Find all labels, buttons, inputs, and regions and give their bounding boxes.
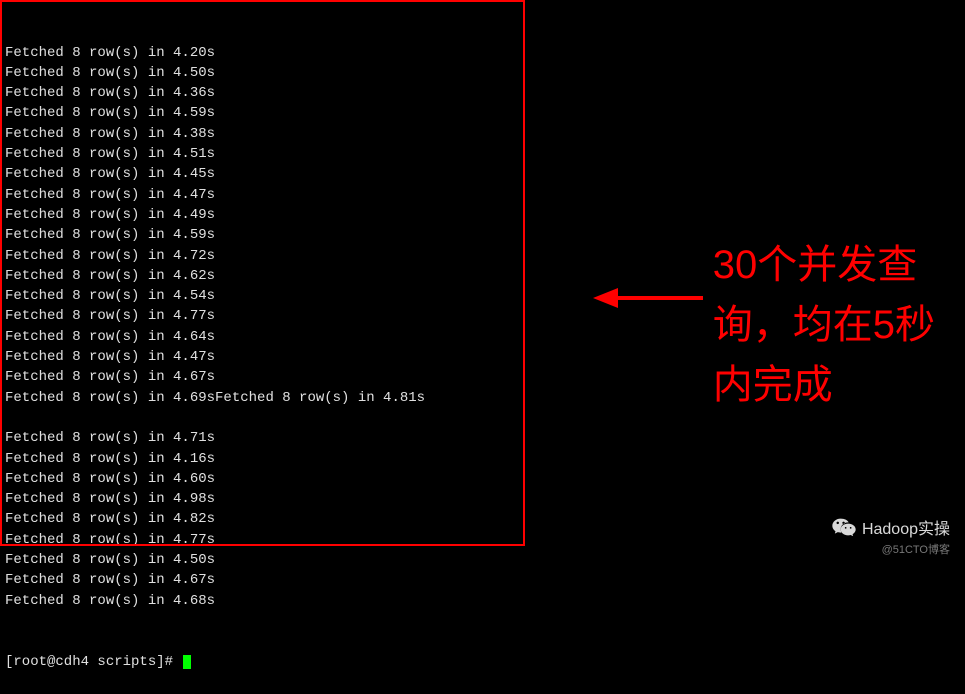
terminal-line: Fetched 8 row(s) in 4.36s (5, 83, 960, 103)
terminal-line: Fetched 8 row(s) in 4.82s (5, 509, 960, 529)
terminal-line: Fetched 8 row(s) in 4.98s (5, 489, 960, 509)
shell-prompt: [root@cdh4 scripts]# (5, 652, 181, 672)
terminal-line: Fetched 8 row(s) in 4.67s (5, 570, 960, 590)
terminal-line: Fetched 8 row(s) in 4.71s (5, 428, 960, 448)
terminal-line: Fetched 8 row(s) in 4.38s (5, 124, 960, 144)
shell-prompt-line[interactable]: [root@cdh4 scripts]# (5, 652, 960, 672)
terminal-line: Fetched 8 row(s) in 4.51s (5, 144, 960, 164)
annotation-text: 30个并发查 询，均在5秒 内完成 (713, 235, 935, 415)
annotation-callout: 30个并发查 询，均在5秒 内完成 (593, 235, 935, 415)
terminal-line: Fetched 8 row(s) in 4.50s (5, 550, 960, 570)
terminal-line: Fetched 8 row(s) in 4.68s (5, 591, 960, 611)
cursor-icon (183, 655, 191, 669)
terminal-line: Fetched 8 row(s) in 4.20s (5, 43, 960, 63)
terminal-line: Fetched 8 row(s) in 4.77s (5, 530, 960, 550)
terminal-line: Fetched 8 row(s) in 4.59s (5, 103, 960, 123)
arrow-icon (593, 283, 703, 313)
wechat-icon (832, 517, 856, 537)
terminal-line: Fetched 8 row(s) in 4.50s (5, 63, 960, 83)
terminal-line: Fetched 8 row(s) in 4.60s (5, 469, 960, 489)
terminal-line: Fetched 8 row(s) in 4.49s (5, 205, 960, 225)
terminal-line: Fetched 8 row(s) in 4.45s (5, 164, 960, 184)
terminal-line: Fetched 8 row(s) in 4.47s (5, 185, 960, 205)
watermark-sub-text: @51CTO博客 (882, 541, 950, 557)
terminal-line: Fetched 8 row(s) in 4.16s (5, 449, 960, 469)
watermark-brand: Hadoop实操 (832, 515, 950, 539)
watermark-brand-text: Hadoop实操 (862, 515, 950, 539)
